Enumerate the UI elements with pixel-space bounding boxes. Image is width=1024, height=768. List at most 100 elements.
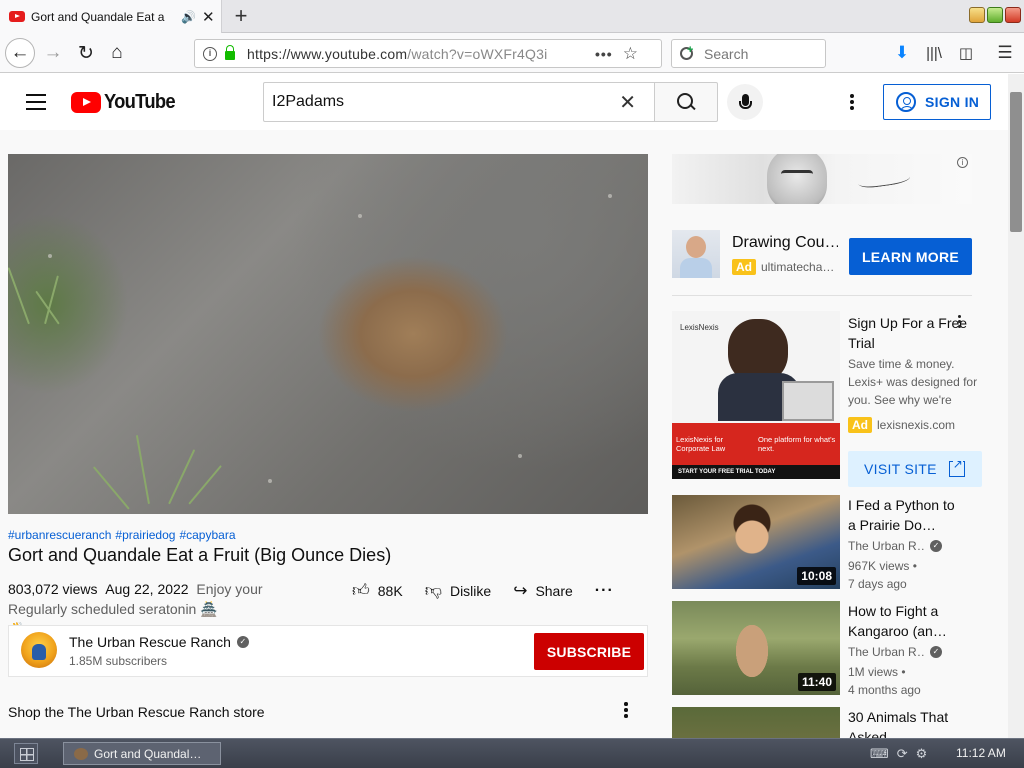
- sponsored-ad-drawing[interactable]: Drawing Cou… Ad ultimatecha… LEARN MORE: [672, 228, 972, 280]
- speaker-icon[interactable]: 🔊: [181, 10, 196, 24]
- channel-row: The Urban Rescue Ranch ✓ 1.85M subscriber…: [8, 625, 648, 677]
- site-info-icon[interactable]: i: [203, 46, 217, 61]
- taskbar-window-button[interactable]: Gort and Quandal…: [63, 742, 221, 765]
- settings-icon[interactable]: ⚙: [916, 746, 928, 762]
- visit-site-label: VISIT SITE: [864, 461, 937, 477]
- channel-name: The Urban R…: [848, 645, 924, 659]
- search-input[interactable]: I2Padams ✕: [263, 82, 655, 122]
- sign-in-button[interactable]: SIGN IN: [883, 84, 991, 120]
- keyboard-icon[interactable]: ⌨: [870, 746, 889, 762]
- network-icon[interactable]: ⟳: [897, 746, 908, 762]
- library-icon[interactable]: |||\: [920, 39, 948, 67]
- browser-tab-bar: Gort and Quandale Eat a 🔊 ✕ +: [0, 0, 1024, 33]
- voice-search-button[interactable]: [727, 84, 763, 120]
- maximize-button[interactable]: [987, 7, 1003, 23]
- home-button[interactable]: ⌂: [103, 39, 131, 67]
- channel-name-link[interactable]: The Urban Rescue Ranch ✓: [69, 634, 249, 650]
- clear-search-icon[interactable]: ✕: [619, 90, 636, 115]
- verified-icon: ✓: [930, 646, 942, 658]
- video-title: I Fed a Python to a Prairie Do…: [848, 497, 955, 533]
- ad-meta: Ad lexisnexis.com: [848, 417, 955, 433]
- video-stats: 967K views • 7 days ago: [848, 557, 917, 593]
- youtube-logo-text: YouTube: [104, 91, 176, 113]
- recommended-video[interactable]: 11:40 How to Fight a Kangaroo (an… The U…: [672, 601, 992, 697]
- url-text[interactable]: https://www.youtube.com/watch?v=oWXFr4Q3…: [247, 46, 587, 62]
- video-thumbnail: [672, 707, 840, 738]
- page-scrollbar[interactable]: [1008, 74, 1024, 738]
- ad-band-right: One platform for what's next.: [758, 435, 836, 453]
- sidebar-toggle-icon[interactable]: ◫: [952, 39, 980, 67]
- youtube-play-icon: [71, 92, 101, 113]
- system-tray: ⌨ ⟳ ⚙: [870, 746, 927, 762]
- video-channel[interactable]: The Urban R… ✓: [848, 539, 942, 553]
- browser-tab[interactable]: Gort and Quandale Eat a 🔊 ✕: [0, 0, 222, 33]
- ad-thumbnail: LexisNexis LexisNexis for Corporate Law …: [672, 311, 840, 479]
- back-button[interactable]: ←: [5, 38, 35, 68]
- hamburger-menu-icon[interactable]: ☰: [991, 39, 1019, 67]
- recommended-video[interactable]: 30 Animals That Asked: [672, 707, 992, 738]
- ad-more-icon[interactable]: [958, 315, 962, 330]
- video-actions: 👍︎ 88K 👎︎ Dislike ↪ Share ···: [352, 580, 614, 601]
- account-icon: [896, 92, 916, 112]
- video-player[interactable]: [8, 154, 648, 514]
- recommended-video[interactable]: 10:08 I Fed a Python to a Prairie Do… Th…: [672, 495, 992, 591]
- os-taskbar: Gort and Quandal… ⌨ ⟳ ⚙ 11:12 AM: [0, 738, 1024, 768]
- page-actions-icon[interactable]: •••: [595, 46, 613, 62]
- ad-illustration: [767, 154, 827, 204]
- hashtag-link[interactable]: #urbanrescueranch: [8, 528, 111, 542]
- minimize-button[interactable]: [969, 7, 985, 23]
- youtube-logo[interactable]: YouTube: [71, 91, 181, 114]
- clock: 11:12 AM: [956, 746, 1006, 760]
- downloads-icon[interactable]: ⬇: [888, 39, 916, 67]
- visit-site-button[interactable]: VISIT SITE: [848, 451, 982, 487]
- taskbar-window-label: Gort and Quandal…: [94, 746, 202, 761]
- video-duration: 11:40: [797, 673, 836, 691]
- window-controls: [969, 7, 1021, 23]
- reload-button[interactable]: ↻: [72, 39, 100, 67]
- video-thumbnail: 11:40: [672, 601, 840, 695]
- lock-icon: [225, 45, 235, 60]
- guide-menu-icon[interactable]: [26, 94, 46, 115]
- subscriber-count: 1.85M subscribers: [69, 654, 168, 668]
- close-window-button[interactable]: [1005, 7, 1021, 23]
- thumbs-up-icon: 👍︎: [352, 581, 370, 600]
- channel-name: The Urban R…: [848, 539, 924, 553]
- subscribe-button[interactable]: SUBSCRIBE: [534, 633, 644, 670]
- more-actions-icon[interactable]: ···: [595, 582, 614, 600]
- learn-more-button[interactable]: LEARN MORE: [849, 238, 972, 275]
- youtube-favicon-icon: [9, 11, 25, 22]
- store-more-icon[interactable]: [624, 702, 632, 720]
- start-menu-button[interactable]: [14, 743, 38, 764]
- forward-button[interactable]: →: [39, 39, 67, 67]
- browser-search-bar[interactable]: Search: [671, 39, 826, 68]
- banner-ad[interactable]: i: [672, 154, 972, 204]
- thumbs-down-icon: 👎︎: [424, 581, 442, 600]
- channel-avatar[interactable]: [21, 632, 57, 668]
- share-button[interactable]: ↪ Share: [513, 581, 573, 601]
- close-tab-icon[interactable]: ✕: [202, 8, 215, 26]
- window-favicon-icon: [74, 747, 88, 760]
- description-line-1: Enjoy your: [196, 581, 263, 597]
- search-button[interactable]: [654, 82, 718, 122]
- hashtag-link[interactable]: #capybara: [179, 528, 235, 542]
- ad-band-bottom: START YOUR FREE TRIAL TODAY: [672, 465, 840, 479]
- new-tab-button[interactable]: +: [229, 4, 253, 28]
- bookmark-star-icon[interactable]: ☆: [623, 44, 638, 64]
- dislike-button[interactable]: 👎︎ Dislike: [425, 580, 492, 601]
- hashtag-link[interactable]: #prairiedog: [115, 528, 175, 542]
- settings-more-icon[interactable]: [850, 94, 858, 112]
- video-title: How to Fight a Kangaroo (an…: [848, 603, 947, 639]
- like-button[interactable]: 👍︎ 88K: [352, 580, 403, 601]
- ad-title: Drawing Cou…: [732, 234, 838, 251]
- sponsored-ad-lexisnexis[interactable]: LexisNexis LexisNexis for Corporate Law …: [672, 311, 992, 491]
- dislike-label: Dislike: [449, 582, 492, 599]
- view-count: 803,072 views: [8, 581, 98, 597]
- ad-info-icon[interactable]: i: [957, 157, 968, 168]
- ad-thumbnail: [672, 230, 720, 278]
- url-bar[interactable]: i https://www.youtube.com/watch?v=oWXFr4…: [194, 39, 662, 68]
- video-channel[interactable]: The Urban R… ✓: [848, 645, 942, 659]
- ad-badge: Ad: [848, 417, 872, 433]
- url-path: /watch?v=oWXFr4Q3i: [407, 45, 548, 62]
- scrollbar-thumb[interactable]: [1010, 92, 1022, 232]
- store-heading: Shop the The Urban Rescue Ranch store: [8, 704, 265, 720]
